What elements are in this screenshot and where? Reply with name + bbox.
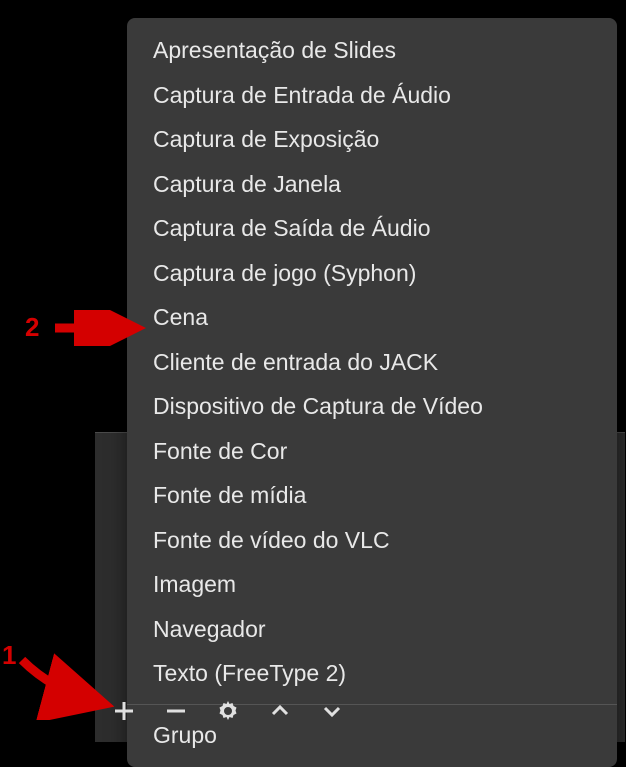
gear-icon <box>216 699 240 723</box>
menu-item-syphon-game-capture[interactable]: Captura de jogo (Syphon) <box>127 251 617 296</box>
menu-item-scene[interactable]: Cena <box>127 295 617 340</box>
menu-item-slideshow[interactable]: Apresentação de Slides <box>127 28 617 73</box>
sources-toolbar <box>95 688 361 734</box>
menu-item-audio-output-capture[interactable]: Captura de Saída de Áudio <box>127 206 617 251</box>
annotation-arrow-2 <box>50 310 150 346</box>
annotation-arrow-1 <box>12 650 122 720</box>
menu-item-image[interactable]: Imagem <box>127 562 617 607</box>
menu-item-audio-input-capture[interactable]: Captura de Entrada de Áudio <box>127 73 617 118</box>
menu-item-media-source[interactable]: Fonte de mídia <box>127 473 617 518</box>
chevron-down-icon <box>322 701 342 721</box>
menu-item-vlc-video-source[interactable]: Fonte de vídeo do VLC <box>127 518 617 563</box>
menu-item-display-capture[interactable]: Captura de Exposição <box>127 117 617 162</box>
remove-source-button[interactable] <box>161 696 191 726</box>
minus-icon <box>165 700 187 722</box>
menu-item-window-capture[interactable]: Captura de Janela <box>127 162 617 207</box>
menu-item-browser[interactable]: Navegador <box>127 607 617 652</box>
move-source-up-button[interactable] <box>265 696 295 726</box>
chevron-up-icon <box>270 701 290 721</box>
menu-item-video-capture-device[interactable]: Dispositivo de Captura de Vídeo <box>127 384 617 429</box>
add-source-context-menu: Apresentação de Slides Captura de Entrad… <box>127 18 617 767</box>
annotation-label-2: 2 <box>25 312 39 343</box>
menu-item-jack-input-client[interactable]: Cliente de entrada do JACK <box>127 340 617 385</box>
source-properties-button[interactable] <box>213 696 243 726</box>
menu-item-color-source[interactable]: Fonte de Cor <box>127 429 617 474</box>
move-source-down-button[interactable] <box>317 696 347 726</box>
